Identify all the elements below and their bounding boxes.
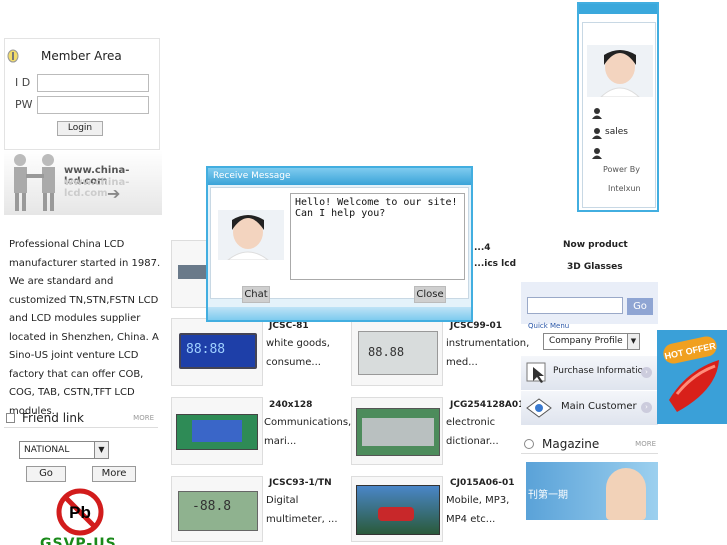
more-button[interactable]: More (92, 466, 136, 482)
purchase-information-label: Purchase Information (553, 366, 649, 376)
product-image[interactable] (351, 476, 443, 542)
magazine-more[interactable]: MORE (635, 440, 656, 448)
product-name[interactable]: JCSC99-01 (450, 321, 502, 331)
agent-photo (218, 210, 284, 260)
product-name[interactable]: JCSC93-1/TN (269, 478, 332, 488)
sales-label[interactable]: sales (605, 127, 628, 137)
main-customer-label: Main Customer (561, 401, 637, 412)
intelxun-brand[interactable]: Intelxun (608, 184, 641, 193)
national-select[interactable]: NATIONAL ▼ (19, 441, 109, 459)
friend-link-title: Friend link (22, 411, 84, 425)
friend-link-header: Friend link MORE (4, 408, 158, 428)
product-name[interactable]: JCG254128A01 (450, 400, 524, 410)
search-box: Go (521, 282, 658, 324)
arrow-right-icon: › (641, 402, 652, 413)
message-text: Hello! Welcome to our site! Can I help y… (290, 193, 465, 280)
agent-icon[interactable] (591, 107, 603, 119)
chat-panel-body: sales Power By Intelxun (582, 22, 656, 208)
close-button[interactable]: Close (414, 286, 446, 303)
chevron-down-icon: ▼ (94, 442, 108, 458)
company-description: Professional China LCD manufacturer star… (9, 239, 161, 417)
product-desc: instrumentation, med... (446, 338, 530, 368)
chat-button[interactable]: Chat (242, 286, 270, 303)
agent-icon[interactable] (591, 147, 603, 159)
chevron-down-icon: ▼ (627, 334, 639, 349)
quick-menu-label: Quick Menu (528, 322, 570, 330)
id-label: I D (15, 76, 31, 89)
product-desc: ...ics lcd (474, 259, 517, 269)
product-image[interactable] (351, 397, 443, 465)
member-area-panel: Member Area I D PW Login (4, 38, 160, 150)
company-profile-value: Company Profile (549, 336, 623, 346)
agent-photo (587, 45, 653, 97)
handshake-figures-icon (14, 154, 55, 211)
id-input[interactable] (37, 74, 149, 92)
receive-message-dialog: Receive Message Hello! Welcome to our si… (206, 166, 473, 322)
main-customer-link[interactable]: Main Customer › (521, 391, 658, 425)
product-image[interactable]: 88:88 (171, 318, 263, 386)
chat-panel-topbar (579, 4, 657, 14)
product-name[interactable]: CJ015A06-01 (450, 478, 515, 488)
member-area-title: Member Area (41, 49, 122, 63)
product-name[interactable]: ...4 (474, 243, 491, 253)
key-icon (7, 49, 19, 63)
dialog-footer (208, 307, 471, 320)
live-chat-panel: sales Power By Intelxun (577, 2, 659, 212)
magazine-header: Magazine MORE (521, 434, 658, 454)
magazine-title: Magazine (542, 437, 600, 451)
dialog-titlebar[interactable]: Receive Message (208, 168, 471, 185)
product-desc: white goods, consume... (266, 338, 330, 368)
product-desc: electronic dictionar... (446, 417, 499, 447)
arrow-right-icon: ➔ (107, 184, 121, 203)
power-by-label: Power By (603, 165, 640, 174)
sales-agent-icon[interactable] (591, 127, 603, 139)
purchase-information-link[interactable]: Purchase Information › (521, 356, 658, 390)
dialog-title: Receive Message (213, 171, 291, 181)
magazine-image-text: 刊第一期 (528, 490, 568, 501)
no-lead-badge: Pb (56, 488, 104, 536)
product-image[interactable]: 88.88 (351, 318, 443, 386)
product-image[interactable] (171, 397, 263, 465)
search-input[interactable] (527, 297, 623, 314)
product-desc: Mobile, MP3, MP4 etc... (446, 495, 510, 525)
product-name[interactable]: 240x128 (269, 400, 312, 410)
cursor-icon (526, 362, 546, 383)
password-input[interactable] (37, 96, 149, 114)
product-desc: Digital multimeter, ... (266, 495, 338, 525)
link-icon (6, 413, 15, 423)
customer-icon (526, 398, 552, 418)
pw-label: PW (15, 98, 33, 111)
arrow-right-icon: › (641, 367, 652, 378)
no-pb-text: Pb (69, 503, 91, 522)
no-pb-icon: Pb (56, 488, 104, 536)
glasses-label[interactable]: 3D Glasses (567, 262, 623, 272)
magazine-image[interactable]: 刊第一期 (526, 462, 658, 520)
login-button[interactable]: Login (57, 121, 103, 136)
product-image[interactable]: -88.8 (171, 476, 263, 542)
chili-pepper-icon: HOT OFFER (663, 336, 719, 412)
product-name[interactable]: JCSC-81 (269, 321, 309, 331)
company-profile-select[interactable]: Company Profile ▼ (543, 333, 640, 350)
hot-offer-banner[interactable]: HOT OFFER (657, 330, 727, 424)
search-go-button[interactable]: Go (627, 298, 653, 315)
national-select-value: NATIONAL (24, 445, 70, 455)
rohs-text: GSVP-US (40, 536, 117, 545)
handshake-banner[interactable]: www.china-lcd.com www.china-lcd.com ➔ (4, 150, 162, 215)
go-button[interactable]: Go (26, 466, 66, 482)
product-image[interactable] (171, 240, 208, 308)
product-desc: Communications, mari... (264, 417, 352, 447)
new-product-label[interactable]: Now product (563, 240, 628, 250)
smile-icon (524, 439, 534, 449)
friend-link-more[interactable]: MORE (133, 414, 154, 422)
